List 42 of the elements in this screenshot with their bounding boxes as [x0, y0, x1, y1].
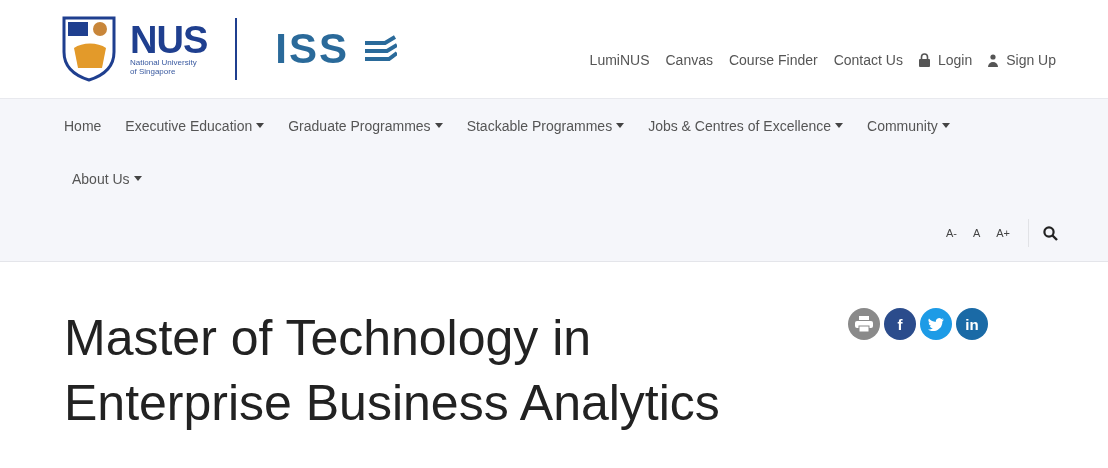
- logo-subtitle: of Singapore: [130, 67, 177, 76]
- nav-label: Community: [867, 117, 938, 134]
- nav-label: About Us: [72, 170, 130, 187]
- logo-text: NUS: [130, 22, 208, 58]
- print-button[interactable]: [848, 308, 880, 340]
- nav-label: Jobs & Centres of Excellence: [648, 117, 831, 134]
- nav-item[interactable]: Executive Education: [117, 99, 273, 152]
- top-link[interactable]: Sign Up: [988, 52, 1056, 68]
- share-button[interactable]: in: [956, 308, 988, 340]
- font-size-button[interactable]: A: [964, 227, 989, 239]
- nav-label: Graduate Programmes: [288, 117, 431, 134]
- nav-label: Executive Education: [125, 117, 253, 134]
- font-size-button[interactable]: A-: [937, 227, 965, 239]
- nav-label: Home: [64, 117, 102, 134]
- share-button[interactable]: [920, 308, 952, 340]
- logo-divider: [235, 18, 238, 80]
- top-link[interactable]: Contact Us: [833, 52, 903, 68]
- bird-icon: [928, 317, 944, 331]
- top-link[interactable]: Course Finder: [728, 52, 818, 68]
- font-size-button[interactable]: A+: [988, 227, 1018, 239]
- nav-item[interactable]: Stackable Programmes: [458, 99, 633, 152]
- crest-logo: [62, 16, 116, 82]
- printer-icon: [855, 316, 873, 332]
- nav-item[interactable]: Home: [56, 99, 110, 152]
- logo-subtitle: National University: [130, 58, 198, 67]
- nav-label: Stackable Programmes: [466, 117, 613, 134]
- top-link[interactable]: Canvas: [665, 52, 713, 68]
- nav-item[interactable]: Community: [859, 99, 958, 152]
- wave-logo-icon: [362, 35, 397, 63]
- user-icon: [988, 53, 999, 67]
- top-link[interactable]: LumiNUS: [589, 52, 650, 68]
- logo-text: ISS: [275, 25, 349, 73]
- nav-item[interactable]: Jobs & Centres of Excellence: [640, 99, 851, 152]
- lock-icon: [918, 53, 930, 67]
- page-title: Master of Technology in Enterprise Business Analytics: [64, 309, 720, 433]
- link-label: Login: [937, 52, 973, 68]
- share-button[interactable]: f: [884, 308, 916, 340]
- top-link[interactable]: Login: [918, 52, 973, 68]
- nav-item[interactable]: About Us: [56, 152, 150, 205]
- nav-item[interactable]: Graduate Programmes: [280, 99, 451, 152]
- link-label: Sign Up: [1006, 52, 1056, 68]
- search-icon[interactable]: [1043, 225, 1058, 241]
